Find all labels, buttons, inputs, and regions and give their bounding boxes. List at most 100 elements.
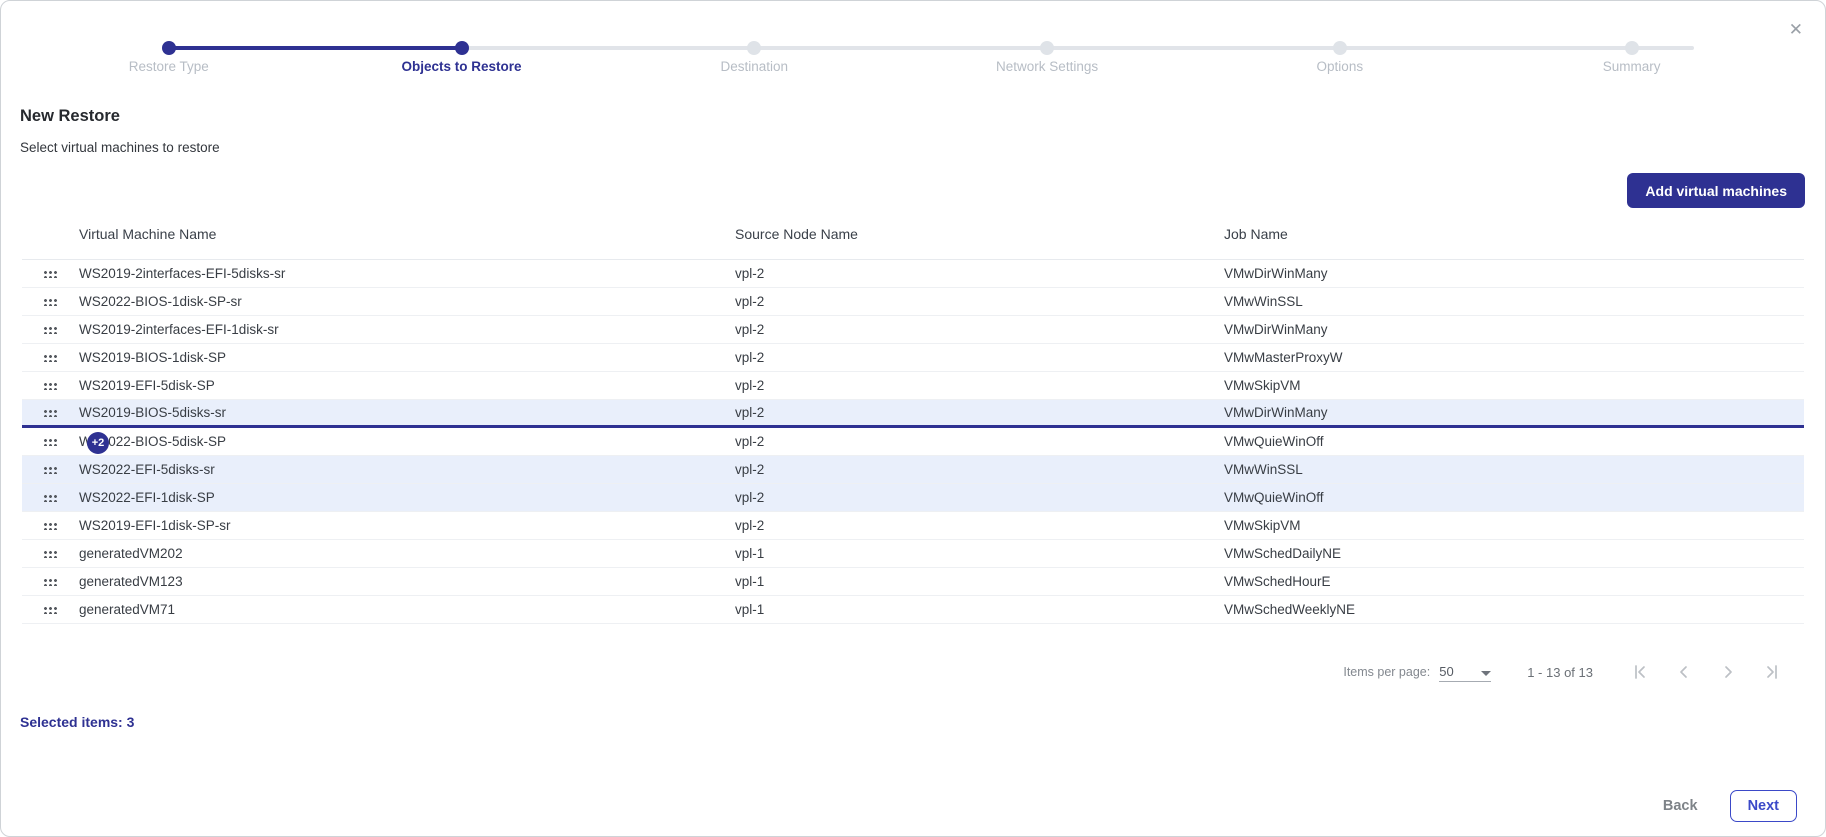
drag-handle-cell (22, 493, 79, 502)
source-node-cell: vpl-1 (735, 546, 1224, 561)
last-page-icon[interactable] (1763, 663, 1781, 681)
step-dot-options[interactable] (1333, 41, 1347, 55)
source-node-cell: vpl-2 (735, 294, 1224, 309)
table-row[interactable]: WS2022-BIOS-1disk-SP-srvpl-2VMwWinSSL (22, 288, 1804, 316)
items-per-page-select[interactable]: 50 (1439, 662, 1491, 682)
stepper-connector (754, 46, 1047, 50)
vm-name-cell: WS2022-BIOS-5disk-SP (79, 434, 735, 449)
vm-table: Virtual Machine Name Source Node Name Jo… (22, 209, 1804, 624)
close-icon[interactable]: ✕ (1789, 21, 1803, 38)
source-node-cell: vpl-2 (735, 266, 1224, 281)
source-node-cell: vpl-2 (735, 518, 1224, 533)
table-row[interactable]: generatedVM71vpl-1VMwSchedWeeklyNE (22, 596, 1804, 624)
table-row[interactable]: generatedVM123vpl-1VMwSchedHourE (22, 568, 1804, 596)
job-name-cell: VMwSchedDailyNE (1224, 546, 1804, 561)
table-body: WS2019-2interfaces-EFI-5disks-srvpl-2VMw… (22, 260, 1804, 624)
table-row[interactable]: generatedVM202vpl-1VMwSchedDailyNE (22, 540, 1804, 568)
items-per-page-value: 50 (1439, 664, 1453, 679)
footer: Back Next (1657, 790, 1797, 822)
step-dot-restore-type[interactable] (162, 41, 176, 55)
table-row[interactable]: WS2019-EFI-5disk-SPvpl-2VMwSkipVM (22, 372, 1804, 400)
step-dot-objects-to-restore[interactable] (455, 41, 469, 55)
source-node-cell: vpl-2 (735, 462, 1224, 477)
vm-name-cell: WS2019-2interfaces-EFI-5disks-sr (79, 266, 735, 281)
step-label-restore-type: Restore Type (129, 59, 209, 74)
vm-name-cell: WS2022-EFI-1disk-SP (79, 490, 735, 505)
back-button[interactable]: Back (1657, 797, 1704, 815)
job-name-cell: VMwSkipVM (1224, 518, 1804, 533)
vm-name-cell: generatedVM123 (79, 574, 735, 589)
first-page-icon[interactable] (1631, 663, 1649, 681)
table-header-row: Virtual Machine Name Source Node Name Jo… (22, 209, 1804, 260)
table-row[interactable]: WS2022-EFI-5disks-srvpl-2VMwWinSSL (22, 456, 1804, 484)
drag-handle-cell (22, 297, 79, 306)
drag-handle-icon[interactable] (43, 269, 58, 278)
drag-handle-cell (22, 381, 79, 390)
column-header-vm-name: Virtual Machine Name (79, 226, 735, 242)
job-name-cell: VMwQuieWinOff (1224, 490, 1804, 505)
source-node-cell: vpl-1 (735, 602, 1224, 617)
job-name-cell: VMwWinSSL (1224, 294, 1804, 309)
step-dot-summary[interactable] (1625, 41, 1639, 55)
table-row[interactable]: WS2022-BIOS-5disk-SPvpl-2VMwQuieWinOff+2 (22, 428, 1804, 456)
drag-handle-icon[interactable] (43, 521, 58, 530)
column-header-source-node: Source Node Name (735, 226, 1224, 242)
job-name-cell: VMwWinSSL (1224, 462, 1804, 477)
job-name-cell: VMwMasterProxyW (1224, 350, 1804, 365)
job-name-cell: VMwDirWinMany (1224, 266, 1804, 281)
paginator-range-label: 1 - 13 of 13 (1527, 665, 1593, 680)
vm-name-cell: WS2019-EFI-5disk-SP (79, 378, 735, 393)
drag-handle-cell (22, 408, 79, 417)
drag-handle-icon[interactable] (43, 325, 58, 334)
stepper-connector (462, 46, 755, 50)
next-button[interactable]: Next (1730, 790, 1797, 822)
paginator: Items per page: 50 1 - 13 of 13 (1343, 657, 1781, 687)
selected-items-summary: Selected items: 3 (20, 714, 134, 730)
source-node-cell: vpl-2 (735, 405, 1224, 420)
previous-page-icon[interactable] (1675, 663, 1693, 681)
job-name-cell: VMwDirWinMany (1224, 405, 1804, 420)
source-node-cell: vpl-2 (735, 322, 1224, 337)
drag-handle-cell (22, 325, 79, 334)
chevron-down-icon (1481, 671, 1491, 676)
drag-handle-icon[interactable] (43, 549, 58, 558)
source-node-cell: vpl-2 (735, 490, 1224, 505)
drag-handle-icon[interactable] (43, 297, 58, 306)
drag-handle-icon[interactable] (43, 381, 58, 390)
paginator-nav (1631, 663, 1781, 681)
drag-handle-cell (22, 549, 79, 558)
drag-handle-icon[interactable] (43, 437, 58, 446)
vm-name-cell: generatedVM71 (79, 602, 735, 617)
table-row[interactable]: WS2022-EFI-1disk-SPvpl-2VMwQuieWinOff (22, 484, 1804, 512)
drag-handle-icon[interactable] (43, 577, 58, 586)
drag-handle-icon[interactable] (43, 465, 58, 474)
table-row[interactable]: WS2019-BIOS-5disks-srvpl-2VMwDirWinMany (22, 400, 1804, 428)
table-row[interactable]: WS2019-EFI-1disk-SP-srvpl-2VMwSkipVM (22, 512, 1804, 540)
table-row[interactable]: WS2019-2interfaces-EFI-1disk-srvpl-2VMwD… (22, 316, 1804, 344)
column-header-job-name: Job Name (1224, 226, 1804, 242)
page-subtitle: Select virtual machines to restore (20, 140, 220, 155)
job-name-cell: VMwSkipVM (1224, 378, 1804, 393)
new-restore-dialog: Restore TypeObjects to RestoreDestinatio… (0, 0, 1826, 837)
stepper-connector (1047, 46, 1340, 50)
drag-handle-icon[interactable] (43, 605, 58, 614)
drag-handle-cell (22, 353, 79, 362)
drag-handle-cell (22, 605, 79, 614)
vm-name-cell: generatedVM202 (79, 546, 735, 561)
source-node-cell: vpl-2 (735, 434, 1224, 449)
job-name-cell: VMwQuieWinOff (1224, 434, 1804, 449)
table-row[interactable]: WS2019-BIOS-1disk-SPvpl-2VMwMasterProxyW (22, 344, 1804, 372)
drag-handle-icon[interactable] (43, 493, 58, 502)
next-page-icon[interactable] (1719, 663, 1737, 681)
vm-name-cell: WS2019-BIOS-5disks-sr (79, 405, 735, 420)
drag-handle-icon[interactable] (43, 408, 58, 417)
add-virtual-machines-button[interactable]: Add virtual machines (1627, 173, 1805, 208)
table-row[interactable]: WS2019-2interfaces-EFI-5disks-srvpl-2VMw… (22, 260, 1804, 288)
step-dot-destination[interactable] (747, 41, 761, 55)
drag-handle-cell (22, 577, 79, 586)
drag-handle-cell (22, 521, 79, 530)
step-label-objects-to-restore: Objects to Restore (402, 59, 522, 74)
step-dot-network-settings[interactable] (1040, 41, 1054, 55)
vm-name-cell: WS2019-EFI-1disk-SP-sr (79, 518, 735, 533)
drag-handle-icon[interactable] (43, 353, 58, 362)
